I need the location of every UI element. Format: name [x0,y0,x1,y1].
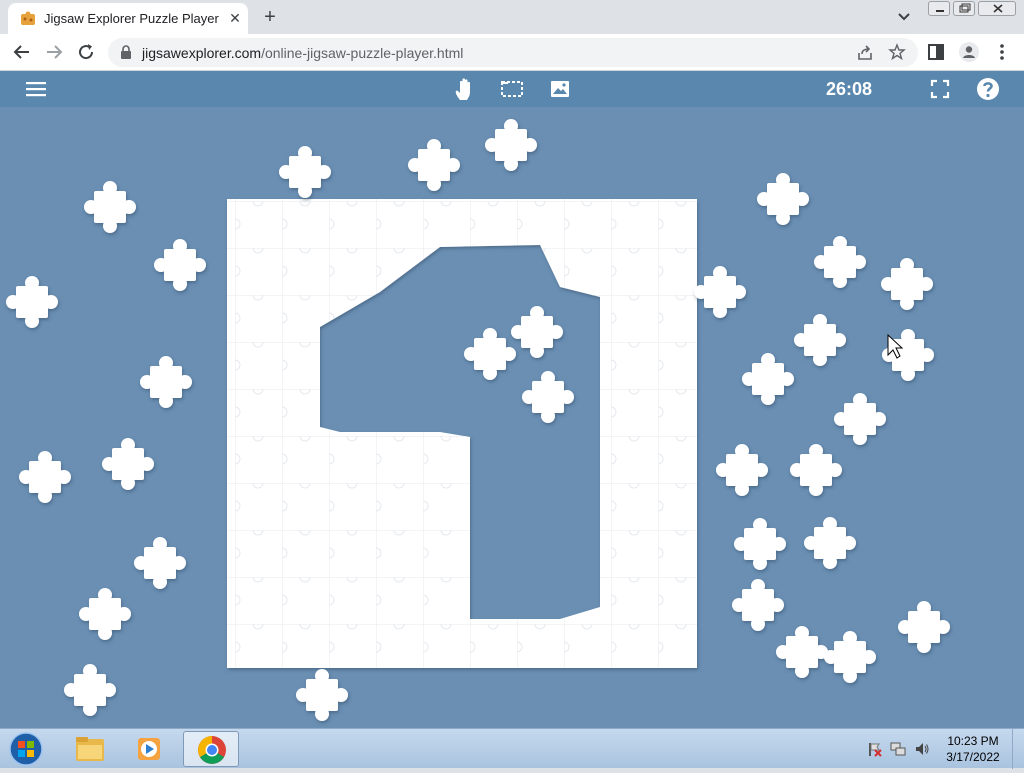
share-icon[interactable] [856,44,874,62]
show-desktop-button[interactable] [1012,729,1024,769]
bookmark-star-icon[interactable] [888,43,906,61]
edge-pieces-icon[interactable] [500,77,524,101]
url-domain: jigsawexplorer.com [142,45,262,61]
window-restore-button[interactable] [953,1,975,16]
network-icon[interactable] [890,741,906,757]
puzzle-favicon-icon [21,11,35,25]
hand-pan-icon[interactable] [452,76,478,102]
back-arrow-icon[interactable] [10,40,34,64]
image-preview-icon[interactable] [548,77,572,101]
puzzle-toolbar: 26:08 [0,71,1024,107]
folder-icon [76,737,104,761]
taskbar-media-player-button[interactable] [122,731,178,767]
fullscreen-icon[interactable] [930,79,950,99]
tab-close-icon[interactable]: ✕ [226,9,244,27]
help-icon[interactable] [976,77,1000,101]
windows-taskbar: 10:23 PM 3/17/2022 [0,728,1024,769]
browser-toolbar: jigsawexplorer.com/online-jigsaw-puzzle-… [0,34,1024,71]
browser-titlebar: Jigsaw Explorer Puzzle Player ✕ + [0,0,1024,34]
action-center-flag-icon[interactable] [866,741,882,757]
browser-tab[interactable]: Jigsaw Explorer Puzzle Player ✕ [8,3,248,34]
taskbar-explorer-button[interactable] [62,731,118,767]
more-menu-icon[interactable] [996,42,1008,62]
side-panel-icon[interactable] [928,44,944,60]
assembled-pieces[interactable] [227,199,697,668]
puzzle-board-canvas[interactable] [0,107,1024,728]
puzzle-timer: 26:08 [826,79,873,99]
window-minimize-button[interactable] [928,1,950,16]
url-text[interactable]: jigsawexplorer.com/online-jigsaw-puzzle-… [142,45,463,61]
volume-icon[interactable] [914,741,930,757]
forward-arrow-icon[interactable] [42,40,66,64]
media-player-icon [138,738,160,760]
chevron-down-icon[interactable] [894,8,914,26]
url-path: /online-jigsaw-puzzle-player.html [261,45,464,61]
lock-icon[interactable] [120,45,132,59]
profile-avatar-icon[interactable] [959,42,979,62]
address-bar[interactable]: jigsawexplorer.com/online-jigsaw-puzzle-… [108,38,918,67]
taskbar-clock-date[interactable]: 3/17/2022 [944,750,1002,764]
tab-title: Jigsaw Explorer Puzzle Player [44,11,219,26]
hamburger-menu-icon[interactable] [24,77,48,101]
chrome-icon [198,736,226,764]
window-close-button[interactable] [978,1,1016,16]
taskbar-clock-time[interactable]: 10:23 PM [944,734,1002,748]
puzzle-board[interactable] [0,107,1024,728]
taskbar-chrome-button[interactable] [183,731,239,767]
reload-icon[interactable] [74,40,98,64]
windows-start-icon[interactable] [6,731,46,767]
new-tab-button[interactable]: + [258,6,282,30]
